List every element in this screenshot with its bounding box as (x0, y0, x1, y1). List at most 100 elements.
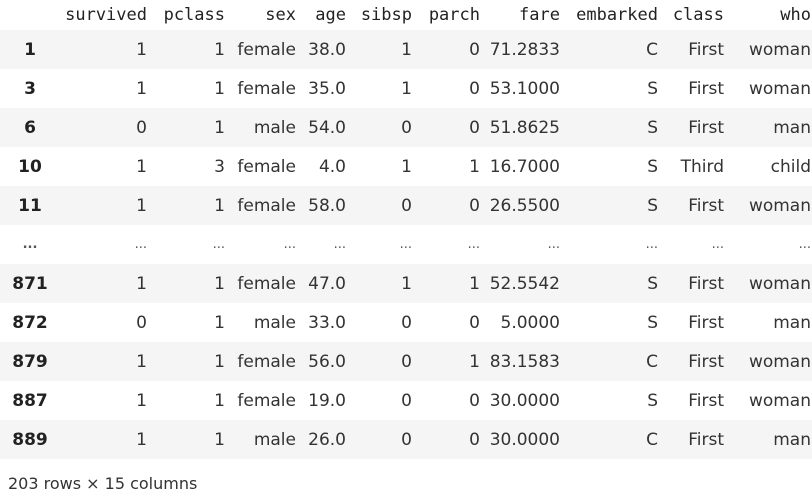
table-row: 11 1 1 female 58.0 0 0 26.5500 S First woman (0, 186, 812, 225)
table-row: 6 0 1 male 54.0 0 0 51.8625 S First man (0, 108, 812, 147)
cell-survived: ... (134, 237, 147, 252)
cell-class: First (688, 273, 724, 294)
cell-pclass: 1 (214, 273, 225, 294)
cell-fare: 83.1583 (489, 351, 560, 372)
cell-sibsp: 0 (401, 312, 412, 333)
cell-survived: 0 (136, 117, 147, 138)
cell-sex: female (237, 390, 296, 411)
cell-sibsp: 0 (401, 117, 412, 138)
cell-embarked: C (646, 351, 658, 372)
table-row: 10 1 3 female 4.0 1 1 16.7000 S Third child (0, 147, 812, 186)
row-index: 3 (24, 78, 36, 99)
cell-parch: 0 (469, 117, 480, 138)
cell-age: 54.0 (308, 117, 346, 138)
cell-sibsp: 0 (401, 351, 412, 372)
cell-parch: 0 (469, 390, 480, 411)
cell-parch: ... (467, 237, 480, 252)
cell-sibsp: 0 (401, 390, 412, 411)
cell-class: Third (680, 156, 724, 177)
row-index: ... (22, 237, 38, 252)
cell-age: 56.0 (308, 351, 346, 372)
cell-who: woman (748, 195, 811, 216)
cell-pclass: 1 (214, 429, 225, 450)
cell-embarked: S (647, 312, 658, 333)
cell-parch: 1 (469, 156, 480, 177)
shape-caption: 203 rows × 15 columns (8, 474, 198, 493)
cell-embarked: C (646, 39, 658, 60)
cell-who: woman (748, 273, 811, 294)
cell-age: 19.0 (308, 390, 346, 411)
cell-fare: ... (547, 237, 560, 252)
cell-fare: 16.7000 (489, 156, 560, 177)
cell-fare: 53.1000 (489, 78, 560, 99)
column-header-class: class (672, 5, 724, 25)
cell-survived: 0 (136, 312, 147, 333)
cell-who: man (773, 312, 811, 333)
cell-who: man (773, 117, 811, 138)
cell-class: First (688, 78, 724, 99)
cell-sex: female (237, 78, 296, 99)
cell-survived: 1 (136, 273, 147, 294)
cell-parch: 0 (469, 312, 480, 333)
column-header-embarked: embarked (576, 5, 658, 25)
table-row: 887 1 1 female 19.0 0 0 30.0000 S First woman (0, 381, 812, 420)
table-header: survived pclass sex age sibsp parch fare embark… (0, 0, 812, 30)
cell-age: 4.0 (318, 156, 346, 177)
cell-age: 47.0 (308, 273, 346, 294)
cell-pclass: 1 (214, 117, 225, 138)
cell-sex: female (237, 39, 296, 60)
cell-sex: female (237, 156, 296, 177)
column-header-fare: fare (519, 5, 560, 25)
cell-class: First (688, 351, 724, 372)
row-index: 1 (24, 39, 36, 60)
cell-class: First (688, 312, 724, 333)
cell-who: woman (748, 351, 811, 372)
cell-age: ... (333, 237, 346, 252)
column-header-who: who (780, 5, 811, 25)
cell-age: 35.0 (308, 78, 346, 99)
cell-who: ... (798, 237, 811, 252)
cell-class: First (688, 39, 724, 60)
cell-parch: 0 (469, 78, 480, 99)
row-index: 6 (24, 117, 36, 138)
column-header-age: age (315, 5, 346, 25)
cell-survived: 1 (136, 78, 147, 99)
cell-embarked: S (647, 156, 658, 177)
column-header-sex: sex (265, 5, 296, 25)
cell-who: child (770, 156, 811, 177)
cell-pclass: 3 (214, 156, 225, 177)
cell-sex: male (253, 312, 296, 333)
cell-sex: female (237, 195, 296, 216)
cell-fare: 52.5542 (489, 273, 560, 294)
row-index: 872 (12, 312, 48, 333)
table-row: 872 0 1 male 33.0 0 0 5.0000 S First man (0, 303, 812, 342)
cell-survived: 1 (136, 39, 147, 60)
cell-age: 26.0 (308, 429, 346, 450)
cell-pclass: 1 (214, 312, 225, 333)
cell-sibsp: 1 (401, 156, 412, 177)
row-index: 871 (12, 273, 48, 294)
cell-sex: female (237, 273, 296, 294)
cell-class: First (688, 195, 724, 216)
ellipsis-row: ................................. (0, 225, 812, 264)
cell-pclass: 1 (214, 78, 225, 99)
cell-pclass: 1 (214, 195, 225, 216)
cell-embarked: S (647, 273, 658, 294)
column-header-survived: survived (65, 5, 147, 25)
cell-survived: 1 (136, 351, 147, 372)
row-index: 879 (12, 351, 48, 372)
dataframe-table: survived pclass sex age sibsp parch fare embark… (0, 0, 812, 459)
cell-survived: 1 (136, 390, 147, 411)
header-row: survived pclass sex age sibsp parch fare embark… (0, 0, 812, 30)
cell-sex: male (253, 117, 296, 138)
cell-survived: 1 (136, 195, 147, 216)
cell-pclass: 1 (214, 351, 225, 372)
dataframe-output: survived pclass sex age sibsp parch fare embark… (0, 0, 812, 493)
cell-class: First (688, 429, 724, 450)
cell-embarked: S (647, 78, 658, 99)
cell-sibsp: 0 (401, 429, 412, 450)
row-index: 11 (18, 195, 42, 216)
cell-sibsp: 1 (401, 39, 412, 60)
cell-sex: ... (283, 237, 296, 252)
cell-embarked: C (646, 429, 658, 450)
